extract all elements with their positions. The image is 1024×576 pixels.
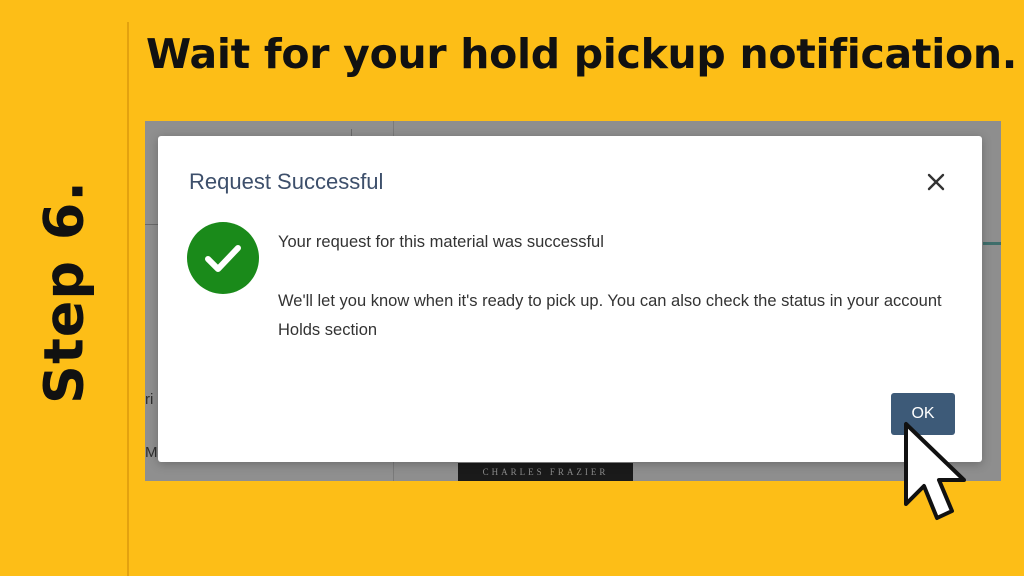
background-text-fragment: ri xyxy=(145,391,154,408)
success-message: Your request for this material was succe… xyxy=(278,233,604,251)
dialog-title: Request Successful xyxy=(189,169,384,194)
book-cover-author: CHARLES FRAZIER xyxy=(482,467,609,477)
pickup-info-message: We'll let you know when it's ready to pi… xyxy=(278,292,942,339)
close-icon[interactable] xyxy=(922,168,950,196)
request-successful-dialog: Request Successful Your request for this… xyxy=(158,136,982,462)
check-circle-icon xyxy=(187,222,259,294)
slide-headline: Wait for your hold pickup notification. xyxy=(146,30,1018,78)
slide-divider-line xyxy=(127,22,129,576)
step-label: Step 6. xyxy=(32,180,96,404)
dialog-message: Your request for this material was succe… xyxy=(278,228,958,345)
background-accent-line xyxy=(983,242,1001,245)
background-text-fragment: M xyxy=(145,444,158,461)
book-cover-thumbnail: CHARLES FRAZIER xyxy=(458,463,633,481)
mouse-pointer-icon xyxy=(896,416,976,528)
